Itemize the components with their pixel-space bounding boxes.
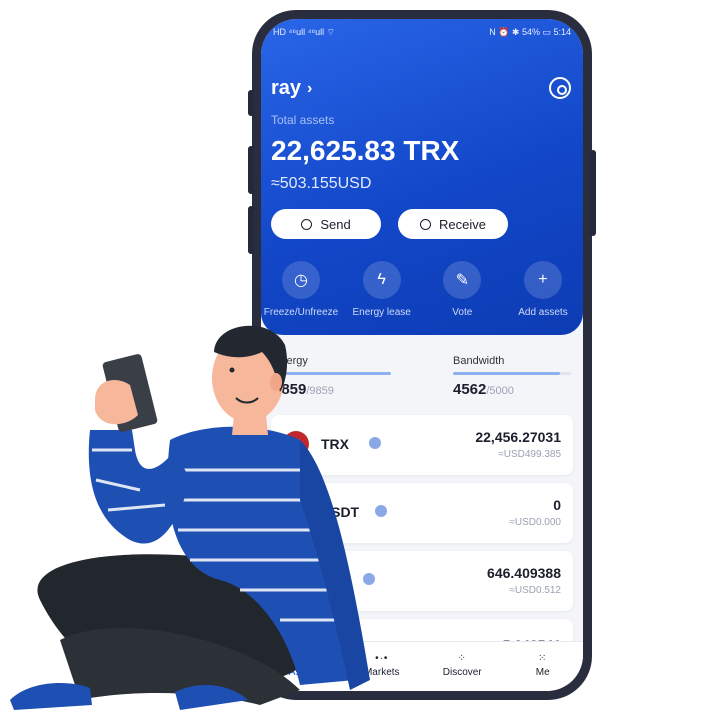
total-assets-usd: ≈503.155USD [271, 175, 372, 192]
phone-power-button [590, 150, 596, 236]
resources-panel: Energy 9859/9859 Bandwidth 4562/5000 [261, 347, 583, 407]
action-add-assets-label: Add assets [518, 307, 568, 318]
token-row[interactable]: B BTT 646.409388 ≈USD0.512 [271, 551, 573, 611]
asset-icon: ◆◆ [292, 653, 310, 664]
status-bar: HD ⁴⁶ull ⁴⁶ull ⌔ N ⏰ ✱ 54% ▭ 5:14 [273, 25, 571, 39]
verified-icon [369, 437, 381, 449]
verified-icon [375, 505, 387, 517]
phone-side-button [248, 90, 254, 116]
account-switcher[interactable]: ray › [271, 77, 312, 100]
receive-label: Receive [439, 216, 486, 232]
energy-bar-fill [273, 372, 391, 375]
verified-icon [363, 573, 375, 585]
trx-logo-icon: T [283, 431, 309, 457]
token-row[interactable]: ₮ USDT 0 ≈USD0.000 [271, 483, 573, 543]
app-promo-stage: HD ⁴⁶ull ⁴⁶ull ⌔ N ⏰ ✱ 54% ▭ 5:14 ray › … [0, 0, 720, 720]
arm-stripes [92, 448, 166, 512]
phone-frame: HD ⁴⁶ull ⁴⁶ull ⌔ N ⏰ ✱ 54% ▭ 5:14 ray › … [248, 10, 596, 700]
me-icon: ⁙ [538, 653, 548, 664]
person-shoe-right [175, 685, 248, 710]
pencil-icon: ✎ [443, 261, 482, 299]
tab-discover[interactable]: ⁘ Discover [427, 653, 497, 679]
bandwidth-resource[interactable]: Bandwidth 4562/5000 [453, 355, 571, 398]
held-phone [102, 354, 158, 432]
tab-markets[interactable]: •·• Markets [347, 653, 417, 679]
total-assets-value: 22,625.83 TRX [271, 135, 460, 166]
wallet-screen: HD ⁴⁶ull ⁴⁶ull ⌔ N ⏰ ✱ 54% ▭ 5:14 ray › … [261, 19, 583, 691]
btt-logo-icon: B [283, 567, 309, 593]
status-right: N ⏰ ✱ 54% ▭ 5:14 [489, 26, 571, 37]
bandwidth-value: 4562/5000 [453, 381, 514, 398]
receive-icon [420, 218, 432, 230]
markets-icon: •·• [375, 653, 389, 664]
bandwidth-label: Bandwidth [453, 355, 505, 367]
bottom-tab-bar: ◆◆ Asset •·• Markets ⁘ Discover ⁙ Me [261, 641, 583, 691]
wallet-header: HD ⁴⁶ull ⁴⁶ull ⌔ N ⏰ ✱ 54% ▭ 5:14 ray › … [261, 19, 583, 335]
total-assets-label: Total assets [271, 113, 335, 127]
usdt-logo-icon: ₮ [283, 499, 309, 525]
quick-actions: ◷ Freeze/Unfreeze ϟ Energy lease ✎ Vote … [261, 261, 583, 318]
person-eye [229, 367, 235, 373]
account-name: ray [271, 77, 302, 99]
token-amount: 22,456.27031 [475, 429, 561, 445]
token-symbol: TRX [321, 436, 349, 452]
token-row[interactable]: T TRX 22,456.27031 ≈USD499.385 [271, 415, 573, 475]
scan-icon[interactable] [549, 77, 571, 99]
tab-asset-label: Asset [288, 667, 314, 678]
tab-markets-label: Markets [363, 667, 400, 678]
phone-volume-down [248, 206, 254, 254]
plus-icon: + [523, 261, 562, 299]
bandwidth-bar-fill [453, 372, 561, 375]
token-usd: ≈USD0.512 [509, 585, 561, 596]
tab-me-label: Me [535, 667, 550, 678]
action-energy-lease-label: Energy lease [352, 307, 411, 318]
energy-label: Energy [273, 355, 308, 367]
person-arm [88, 430, 190, 544]
receive-button[interactable]: Receive [398, 209, 508, 239]
action-energy-lease[interactable]: ϟ Energy lease [342, 261, 422, 318]
person-hand [95, 380, 138, 425]
energy-value: 9859/9859 [273, 381, 334, 398]
action-add-assets[interactable]: + Add assets [503, 261, 583, 318]
send-button[interactable]: Send [271, 209, 381, 239]
timer-icon: ◷ [282, 261, 320, 299]
bandwidth-bar [453, 372, 571, 375]
tab-me[interactable]: ⁙ Me [508, 653, 578, 679]
send-label: Send [320, 216, 351, 232]
person-shoe-left [10, 683, 92, 710]
action-freeze[interactable]: ◷ Freeze/Unfreeze [261, 261, 341, 318]
action-vote-label: Vote [452, 307, 473, 318]
bolt-icon: ϟ [362, 261, 401, 299]
chevron-right-icon: › [307, 79, 313, 97]
token-usd: ≈USD0.000 [509, 517, 561, 528]
status-left: HD ⁴⁶ull ⁴⁶ull ⌔ [273, 26, 336, 37]
energy-bar [273, 372, 391, 375]
discover-icon: ⁘ [457, 653, 467, 664]
energy-resource[interactable]: Energy 9859/9859 [273, 355, 391, 398]
action-freeze-label: Freeze/Unfreeze [263, 307, 339, 318]
token-amount: 646.409388 [487, 565, 561, 581]
token-symbol: USDT [321, 504, 360, 520]
tab-asset[interactable]: ◆◆ Asset [266, 653, 336, 679]
tab-discover-label: Discover [442, 667, 482, 678]
send-icon [301, 218, 313, 230]
phone-volume-up [248, 146, 254, 194]
energy-max: /9859 [306, 385, 334, 397]
token-amount: 0 [553, 497, 561, 513]
token-usd: ≈USD499.385 [498, 449, 561, 460]
token-symbol: BTT [321, 572, 349, 588]
action-vote[interactable]: ✎ Vote [422, 261, 502, 318]
bandwidth-max: /5000 [486, 385, 514, 397]
